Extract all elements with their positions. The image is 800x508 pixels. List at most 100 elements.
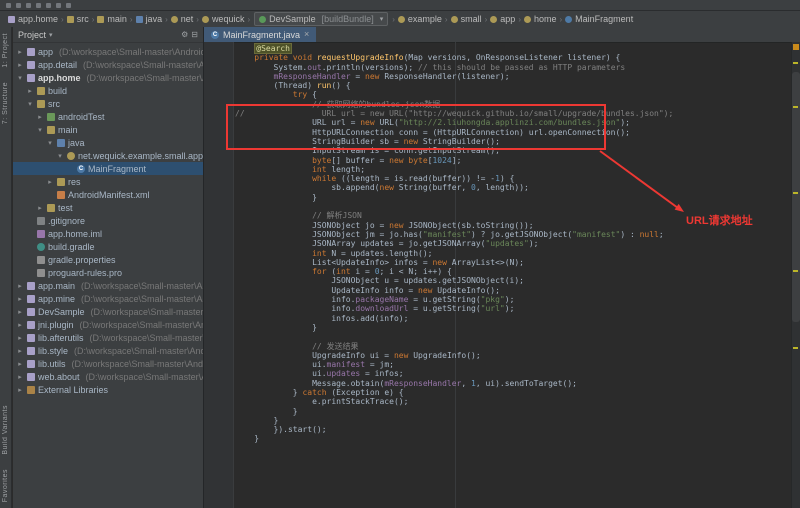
tool-window-button[interactable]: Build Variants — [2, 405, 9, 455]
package-icon — [524, 16, 531, 23]
tree-item[interactable]: ▾ main — [13, 123, 203, 136]
tool-window-button[interactable]: 7: Structure — [2, 82, 9, 124]
tree-item[interactable]: ▾ java — [13, 136, 203, 149]
tree-item[interactable]: CMainFragment — [13, 162, 203, 175]
code-line: UpdateInfo info = new UpdateInfo(); — [235, 286, 792, 295]
breadcrumb-item[interactable]: wequick — [200, 14, 247, 24]
expander-icon[interactable]: ▾ — [36, 126, 44, 134]
tree-item[interactable]: build.gradle — [13, 240, 203, 253]
editor-body[interactable]: @Search private void requestUpgradeInfo(… — [204, 42, 792, 508]
toolbar-icon[interactable] — [16, 3, 21, 8]
tree-item[interactable]: ▸app.mine(D:\workspace\Small-master\Andr… — [13, 292, 203, 305]
module-icon — [27, 61, 35, 69]
module-icon — [27, 334, 35, 342]
editor-gutter[interactable] — [204, 42, 234, 508]
tree-item-label: java — [68, 138, 85, 148]
warning-mark[interactable] — [793, 347, 798, 349]
toolbar-icon[interactable] — [6, 3, 11, 8]
class-icon: C — [77, 165, 85, 173]
tree-item[interactable]: ▾app.home(D:\workspace\Small-master\Andr… — [13, 71, 203, 84]
expander-icon[interactable]: ▸ — [16, 360, 24, 368]
tree-item[interactable]: ▸app(D:\workspace\Small-master\Android\S… — [13, 45, 203, 58]
expander-icon[interactable]: ▾ — [16, 74, 24, 82]
xml-icon — [57, 191, 65, 199]
tool-window-button[interactable]: 1: Project — [2, 33, 9, 68]
warning-mark[interactable] — [793, 192, 798, 194]
chevron-down-icon[interactable]: ▾ — [49, 31, 53, 39]
expander-icon[interactable]: ▸ — [36, 204, 44, 212]
expander-icon[interactable]: ▸ — [46, 178, 54, 186]
expander-icon[interactable]: ▸ — [16, 321, 24, 329]
tree-item[interactable]: ▸build — [13, 84, 203, 97]
tree-item[interactable]: ▾net.wequick.example.small.app.ho — [13, 149, 203, 162]
breadcrumb-item[interactable]: main — [95, 14, 129, 24]
run-config-icon — [259, 16, 266, 23]
expander-icon[interactable]: ▸ — [16, 282, 24, 290]
tree-item[interactable]: ▸lib.style(D:\workspace\Small-master\And… — [13, 344, 203, 357]
tree-item[interactable]: ▸app.main(D:\workspace\Small-master\Andr — [13, 279, 203, 292]
tree-item[interactable]: ▸DevSample(D:\workspace\Small-master\An — [13, 305, 203, 318]
breadcrumb-item[interactable]: java — [134, 14, 165, 24]
toolbar-icon[interactable] — [56, 3, 61, 8]
expander-icon[interactable]: ▾ — [26, 100, 34, 108]
tree-item[interactable]: ▸app.detail(D:\workspace\Small-master\An… — [13, 58, 203, 71]
expander-icon[interactable]: ▾ — [46, 139, 54, 147]
warning-mark[interactable] — [793, 270, 798, 272]
breadcrumb-item[interactable]: src — [65, 14, 91, 24]
breadcrumb-label: home — [534, 14, 557, 24]
breadcrumb-item[interactable]: MainFragment — [563, 14, 635, 24]
collapse-all-icon[interactable]: ⊟ — [191, 31, 198, 39]
scrollbar-thumb[interactable] — [792, 72, 800, 322]
expander-icon[interactable]: ▸ — [16, 48, 24, 56]
expander-icon[interactable]: ▸ — [16, 347, 24, 355]
inspection-indicator[interactable] — [793, 44, 799, 50]
warning-mark[interactable] — [793, 106, 798, 108]
tree-item[interactable]: app.home.iml — [13, 227, 203, 240]
breadcrumb-item[interactable]: example — [396, 14, 444, 24]
tree-item[interactable]: ▸jni.plugin(D:\workspace\Small-master\An… — [13, 318, 203, 331]
expander-icon[interactable]: ▸ — [16, 61, 24, 69]
expander-icon[interactable]: ▸ — [16, 295, 24, 303]
expander-icon[interactable]: ▸ — [16, 373, 24, 381]
tree-item[interactable]: ▸lib.utils(D:\workspace\Small-master\And… — [13, 357, 203, 370]
expander-icon[interactable]: ▸ — [16, 308, 24, 316]
expander-icon[interactable]: ▾ — [56, 152, 64, 160]
tree-item-label: main — [58, 125, 78, 135]
expander-icon[interactable]: ▸ — [26, 87, 34, 95]
run-config-combo[interactable]: DevSample[buildBundle]▾ — [254, 12, 388, 26]
breadcrumb-item[interactable]: app.home — [6, 14, 60, 24]
tree-item[interactable]: gradle.properties — [13, 253, 203, 266]
scrollbar-error-stripe[interactable] — [791, 42, 800, 508]
warning-mark[interactable] — [793, 62, 798, 64]
toolbar-icon[interactable] — [46, 3, 51, 8]
toolbar-icon[interactable] — [26, 3, 31, 8]
left-toolbar-top: 1: Project 7: Structure — [2, 33, 9, 124]
breadcrumb-item[interactable]: net — [169, 14, 196, 24]
tree-item[interactable]: ▸test — [13, 201, 203, 214]
tree-item[interactable]: proguard-rules.pro — [13, 266, 203, 279]
code-area[interactable]: @Search private void requestUpgradeInfo(… — [235, 44, 792, 444]
module-icon — [27, 282, 35, 290]
tool-window-button[interactable]: Favorites — [2, 469, 9, 502]
tab-mainfragment-java[interactable]: C MainFragment.java × — [204, 27, 316, 42]
project-panel-title[interactable]: Project — [18, 30, 46, 40]
breadcrumb-item[interactable]: app — [488, 14, 517, 24]
settings-gear-icon[interactable]: ⚙ — [181, 31, 188, 39]
tree-item[interactable]: AndroidManifest.xml — [13, 188, 203, 201]
tree-item[interactable]: ▸res — [13, 175, 203, 188]
tree-item[interactable]: ▸External Libraries — [13, 383, 203, 396]
breadcrumb-item[interactable]: home — [522, 14, 559, 24]
tree-item[interactable]: ▸androidTest — [13, 110, 203, 123]
toolbar-icon[interactable] — [36, 3, 41, 8]
tree-item[interactable]: ▾src — [13, 97, 203, 110]
expander-icon[interactable]: ▸ — [16, 386, 24, 394]
breadcrumb-item[interactable]: small — [449, 14, 484, 24]
tree-item[interactable]: ▸lib.afterutils(D:\workspace\Small-maste… — [13, 331, 203, 344]
expander-icon[interactable]: ▸ — [36, 113, 44, 121]
tree-item[interactable]: .gitignore — [13, 214, 203, 227]
tree-item[interactable]: ▸web.about(D:\workspace\Small-master\And… — [13, 370, 203, 383]
expander-icon[interactable]: ▸ — [16, 334, 24, 342]
close-icon[interactable]: × — [304, 30, 309, 39]
toolbar-icon[interactable] — [66, 3, 71, 8]
tree-item-path: (D:\workspace\Small-master\Andro — [83, 60, 203, 70]
